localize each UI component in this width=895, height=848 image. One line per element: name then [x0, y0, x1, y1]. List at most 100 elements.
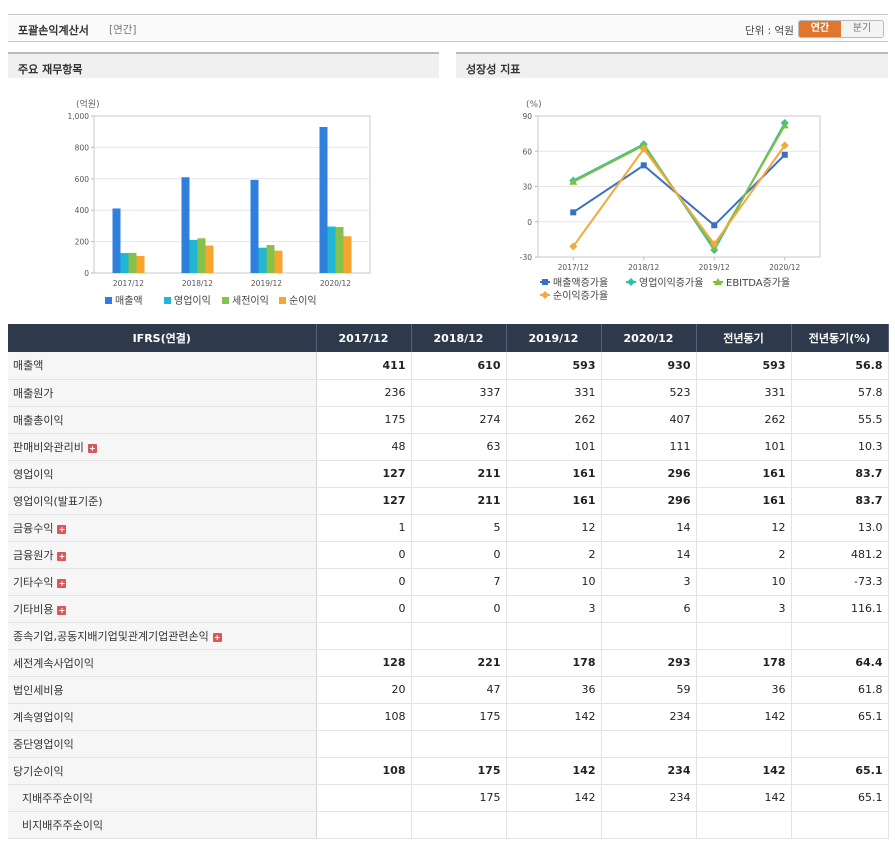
- data-point: [640, 162, 647, 169]
- value-cell: 10: [696, 568, 792, 596]
- row-label: 지배주주순이익: [22, 791, 93, 805]
- y-axis-label: (%): [526, 100, 542, 110]
- row-label-cell: 종속기업,공동지배기업및관계기업관련손익 +: [8, 622, 317, 650]
- bar: [319, 126, 328, 273]
- value-cell: 610: [411, 352, 507, 380]
- expand-icon[interactable]: +: [212, 632, 222, 642]
- row-label-cell: 영업이익(발표기준): [8, 487, 317, 515]
- column-header: 2020/12: [601, 324, 697, 352]
- value-cell: 142: [506, 784, 602, 812]
- statement-period: [연간]: [109, 24, 137, 36]
- value-cell: 111: [601, 433, 697, 461]
- table-row: 매출총이익 175 274 262 407 262 55.5: [8, 406, 889, 434]
- row-label: 기타수익: [13, 575, 54, 589]
- row-label-cell: 매출원가: [8, 379, 317, 407]
- row-label-cell: 매출액: [8, 352, 317, 380]
- value-cell: 6: [601, 595, 697, 623]
- value-cell: 61.8: [791, 676, 889, 704]
- value-cell: 83.7: [791, 487, 889, 515]
- table-row: 법인세비용 20 47 36 59 36 61.8: [8, 676, 889, 704]
- row-label: 매출액: [13, 359, 44, 373]
- row-label-cell: 중단영업이익: [8, 730, 317, 758]
- value-cell: 127: [316, 459, 412, 488]
- value-cell: [601, 730, 697, 758]
- value-cell: 59: [601, 676, 697, 704]
- value-cell: [791, 622, 889, 650]
- bar: [136, 256, 145, 273]
- legend-swatch: [164, 297, 171, 304]
- value-cell: [791, 811, 889, 839]
- value-cell: 296: [601, 487, 697, 515]
- table-row: 비지배주주순이익: [8, 811, 889, 839]
- row-label-cell: 지배주주순이익: [8, 784, 317, 812]
- row-label-cell: 금융수익 +: [8, 514, 317, 542]
- row-label-cell: 법인세비용: [8, 676, 317, 704]
- value-cell: 101: [506, 433, 602, 461]
- y-tick-label: 0: [84, 269, 89, 278]
- value-cell: 178: [696, 648, 792, 677]
- value-cell: 3: [696, 595, 792, 623]
- expand-icon[interactable]: +: [57, 551, 67, 561]
- row-label-cell: 기타비용 +: [8, 595, 317, 623]
- data-point: [570, 209, 577, 216]
- legend-label: EBITDA증가율: [726, 277, 790, 289]
- row-label-cell: 기타수익 +: [8, 568, 317, 596]
- annual-button[interactable]: 연간: [799, 21, 841, 37]
- value-cell: 142: [506, 756, 602, 785]
- value-cell: 116.1: [791, 595, 889, 623]
- row-label-cell: 금융원가 +: [8, 541, 317, 569]
- value-cell: [506, 622, 602, 650]
- panel-title: 성장성 지표: [456, 52, 888, 78]
- table-row: 계속영업이익 108 175 142 234 142 65.1: [8, 703, 889, 731]
- bar: [266, 245, 275, 273]
- value-cell: 14: [601, 541, 697, 569]
- value-cell: 407: [601, 406, 697, 434]
- table-header-row: IFRS(연결) 2017/12 2018/12 2019/12 2020/12…: [8, 324, 889, 352]
- value-cell: 5: [411, 514, 507, 542]
- x-tick-label: 2019/12: [699, 263, 730, 272]
- value-cell: 234: [601, 784, 697, 812]
- quarter-button[interactable]: 분기: [841, 21, 883, 37]
- value-cell: 3: [601, 568, 697, 596]
- value-cell: 65.1: [791, 784, 889, 812]
- table-row: 판매비와관리비 +48 63 101 111 101 10.3: [8, 433, 889, 461]
- row-label: 계속영업이익: [13, 710, 74, 724]
- column-header: 2019/12: [506, 324, 602, 352]
- value-cell: 128: [316, 648, 412, 677]
- row-label-cell: 당기순이익: [8, 756, 317, 785]
- expand-icon[interactable]: +: [87, 443, 97, 453]
- y-tick-label: 90: [522, 112, 532, 121]
- column-header: 2018/12: [411, 324, 507, 352]
- row-label: 세전계속사업이익: [13, 656, 94, 670]
- legend-label: 영업이익증가율: [639, 276, 703, 289]
- value-cell: [411, 730, 507, 758]
- value-cell: 65.1: [791, 703, 889, 731]
- expand-icon[interactable]: +: [57, 524, 67, 534]
- legend-marker: [542, 279, 548, 285]
- legend-swatch: [105, 297, 112, 304]
- row-label-cell: 세전계속사업이익: [8, 648, 317, 677]
- x-tick-label: 2018/12: [628, 263, 659, 272]
- column-header: 전년동기: [696, 324, 792, 352]
- expand-icon[interactable]: +: [57, 605, 67, 615]
- legend-marker: [541, 291, 549, 299]
- value-cell: 0: [316, 568, 412, 596]
- row-label: 중단영업이익: [13, 737, 74, 751]
- unit-label: 단위 : 억원: [745, 25, 794, 37]
- y-tick-label: 1,000: [68, 112, 90, 121]
- value-cell: 234: [601, 703, 697, 731]
- table-row: 당기순이익 108 175 142 234 142 65.1: [8, 756, 889, 785]
- value-cell: 175: [316, 406, 412, 434]
- value-cell: [696, 622, 792, 650]
- y-tick-label: -30: [520, 253, 532, 262]
- value-cell: 108: [316, 756, 412, 785]
- value-cell: [791, 730, 889, 758]
- expand-icon[interactable]: +: [57, 578, 67, 588]
- value-cell: 56.8: [791, 352, 889, 380]
- value-cell: 13.0: [791, 514, 889, 542]
- value-cell: 20: [316, 676, 412, 704]
- table-row: 기타비용 +0 0 3 6 3 116.1: [8, 595, 889, 623]
- value-cell: 175: [411, 784, 507, 812]
- row-label: 금융원가: [13, 548, 54, 562]
- bar: [274, 250, 283, 273]
